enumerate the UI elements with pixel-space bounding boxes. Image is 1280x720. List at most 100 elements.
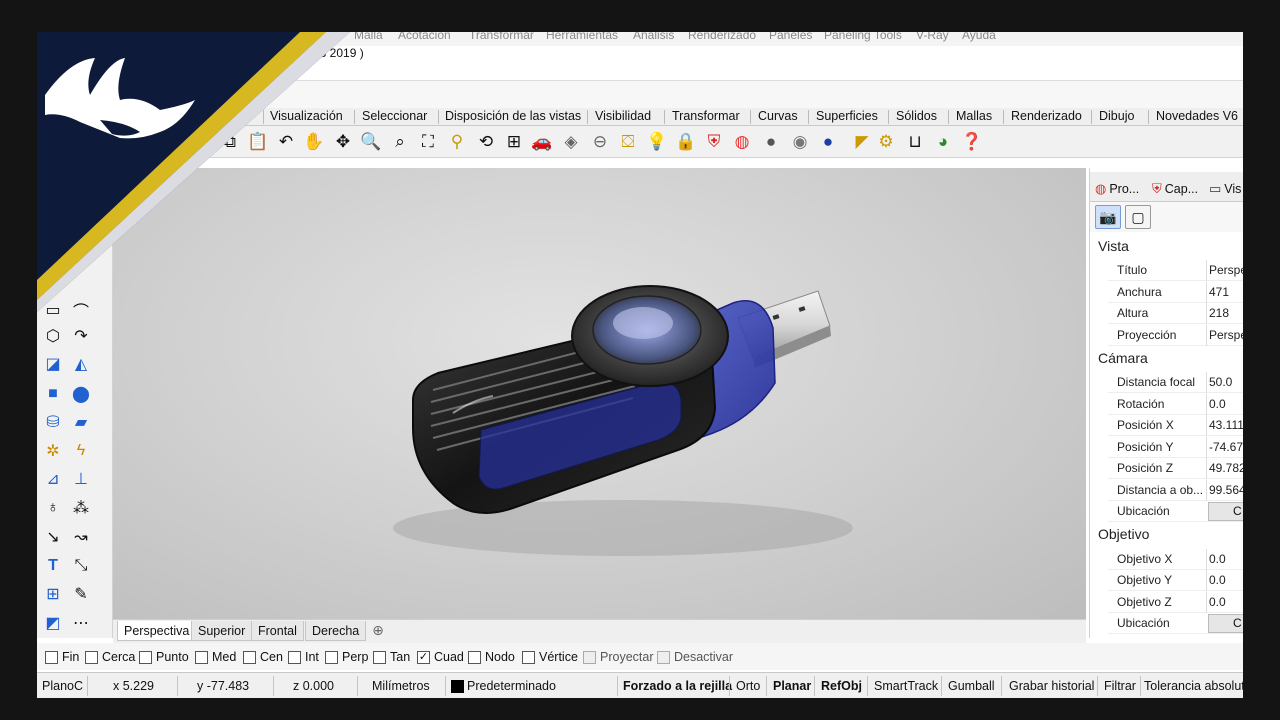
extrude-icon[interactable]: ⊿ xyxy=(41,467,65,491)
checkbox[interactable] xyxy=(657,650,670,664)
rotate-view-icon[interactable]: ⟲ xyxy=(475,130,497,152)
cylinder-icon[interactable]: ⛁ xyxy=(41,410,65,434)
tab-transformar[interactable]: Transformar xyxy=(672,109,740,123)
panel-tab-propiedades[interactable]: ◍ Pro... xyxy=(1095,178,1139,200)
status-osnap[interactable]: RefObj xyxy=(821,679,862,693)
tab-disposicion-vistas[interactable]: Disposición de las vistas xyxy=(445,109,581,123)
tab-visibilidad[interactable]: Visibilidad xyxy=(595,109,651,123)
rendered-sphere-icon[interactable]: ◉ xyxy=(789,130,811,152)
zoom-window-icon[interactable]: ⌕ xyxy=(389,130,411,152)
checkbox[interactable] xyxy=(243,650,256,664)
osnap-desactivar[interactable]: Desactivar xyxy=(657,650,733,664)
zoom-selected-icon[interactable]: ⚲ xyxy=(446,130,468,152)
viewport-tab-perspectiva[interactable]: Perspectiva xyxy=(117,621,197,641)
circle-icon[interactable]: ⊖ xyxy=(589,130,611,152)
globe-icon[interactable]: ◕ xyxy=(932,130,954,152)
checkbox[interactable] xyxy=(139,650,152,664)
lock-icon[interactable]: 🔒 xyxy=(675,130,697,152)
tab-novedades-v6[interactable]: Novedades V6 xyxy=(1156,109,1238,123)
menu-item-paneles[interactable]: Paneles xyxy=(769,32,812,42)
viewport-tab-superior[interactable]: Superior xyxy=(191,621,253,641)
checkbox[interactable] xyxy=(325,650,338,664)
menu-item-transformar[interactable]: Transformar xyxy=(469,32,534,42)
tab-renderizado[interactable]: Renderizado xyxy=(1011,109,1082,123)
status-plane[interactable]: PlanoC xyxy=(42,679,83,693)
status-record-history[interactable]: Grabar historial xyxy=(1009,679,1094,693)
status-units[interactable]: Milímetros xyxy=(372,679,430,693)
plane-icon[interactable]: ▰ xyxy=(69,410,93,434)
zoom-icon[interactable]: 🔍 xyxy=(360,130,382,152)
light-bulb-icon[interactable]: 💡 xyxy=(646,130,668,152)
osnap-proyectar[interactable]: Proyectar xyxy=(583,650,654,664)
four-viewports-icon[interactable]: ⊞ xyxy=(503,130,525,152)
menu-item-herramientas[interactable]: Herramientas xyxy=(546,32,618,42)
gear-tool-icon[interactable]: ✲ xyxy=(41,439,65,463)
fillet-icon[interactable]: ↘ xyxy=(41,525,65,549)
points-icon[interactable]: ⁂ xyxy=(69,496,93,520)
tab-seleccionar[interactable]: Seleccionar xyxy=(362,109,427,123)
target-location-button[interactable]: C xyxy=(1208,614,1243,633)
checkbox[interactable] xyxy=(85,650,98,664)
tab-mallas[interactable]: Mallas xyxy=(956,109,992,123)
checkbox[interactable] xyxy=(468,650,481,664)
menu-item-vray[interactable]: V-Ray xyxy=(916,32,949,42)
patch-icon[interactable]: ◭ xyxy=(69,352,93,376)
scale-icon[interactable]: ⤡ xyxy=(69,554,93,578)
viewport-frame-icon[interactable]: ▢ xyxy=(1125,205,1151,229)
tab-dibujo[interactable]: Dibujo xyxy=(1099,109,1134,123)
polygon-icon[interactable]: ⬡ xyxy=(41,324,65,348)
select-points-icon[interactable]: ⛋ xyxy=(617,130,639,152)
shield-icon[interactable]: ⛨ xyxy=(703,130,725,152)
ortho-icon[interactable]: ◈ xyxy=(560,130,582,152)
array-icon[interactable]: ⊞ xyxy=(41,582,65,606)
checkbox-checked[interactable]: ✓ xyxy=(417,650,430,664)
status-smarttrack[interactable]: SmartTrack xyxy=(874,679,938,693)
status-ortho[interactable]: Orto xyxy=(736,679,760,693)
status-gumball[interactable]: Gumball xyxy=(948,679,995,693)
menu-item-renderizado[interactable]: Renderizado xyxy=(688,32,756,42)
box-icon[interactable]: ■ xyxy=(41,382,65,406)
checkbox[interactable] xyxy=(373,650,386,664)
tab-curvas[interactable]: Curvas xyxy=(758,109,798,123)
block-icon[interactable]: ◩ xyxy=(41,611,65,635)
osnap-med[interactable]: Med xyxy=(195,650,236,664)
text-icon[interactable]: T xyxy=(41,554,65,578)
osnap-cuad[interactable]: ✓ Cuad xyxy=(417,650,464,664)
camera-icon[interactable]: 📷 xyxy=(1095,205,1121,229)
viewport-tab-frontal[interactable]: Frontal xyxy=(251,621,304,641)
edit-icon[interactable]: ✎ xyxy=(69,582,93,606)
menu-item-ayuda[interactable]: Ayuda xyxy=(962,32,996,42)
panel-tab-capas[interactable]: ⛨ Cap... xyxy=(1152,178,1198,200)
status-grid-snap[interactable]: Forzado a la rejilla xyxy=(623,679,732,693)
camera-location-button[interactable]: C xyxy=(1208,502,1243,521)
menu-item-acotacion[interactable]: Acotación xyxy=(398,32,451,42)
checkbox[interactable] xyxy=(45,650,58,664)
boolean-icon[interactable]: ♁ xyxy=(41,496,65,520)
surface-icon[interactable]: ◪ xyxy=(41,352,65,376)
car-icon[interactable]: 🚗 xyxy=(531,130,553,152)
dots-icon[interactable]: ⋯ xyxy=(69,611,93,635)
cap-icon[interactable]: ⊥ xyxy=(69,467,93,491)
osnap-cen[interactable]: Cen xyxy=(243,650,283,664)
status-layer[interactable]: Predeterminado xyxy=(451,679,556,693)
color-wheel-icon[interactable]: ◍ xyxy=(731,130,753,152)
osnap-nodo[interactable]: Nodo xyxy=(468,650,515,664)
blue-sphere-icon[interactable]: ● xyxy=(817,130,839,152)
osnap-tan[interactable]: Tan xyxy=(373,650,410,664)
gear-icon[interactable]: ⚙ xyxy=(875,130,897,152)
sphere-icon[interactable]: ⬤ xyxy=(69,382,93,406)
osnap-punto[interactable]: Punto xyxy=(139,650,189,664)
osnap-perp[interactable]: Perp xyxy=(325,650,368,664)
menu-item-paneling-tools[interactable]: Paneling Tools xyxy=(824,32,902,42)
osnap-fin[interactable]: Fin xyxy=(45,650,79,664)
checkbox[interactable] xyxy=(583,650,596,664)
tab-solidos[interactable]: Sólidos xyxy=(896,109,937,123)
viewport-tab-derecha[interactable]: Derecha xyxy=(305,621,367,641)
blend-icon[interactable]: ↝ xyxy=(69,525,93,549)
status-filter[interactable]: Filtrar xyxy=(1104,679,1136,693)
tab-superficies[interactable]: Superficies xyxy=(816,109,878,123)
dimension-icon[interactable]: ◤ xyxy=(851,130,873,152)
osnap-cerca[interactable]: Cerca xyxy=(85,650,135,664)
panel-tab-vistas[interactable]: ▭ Vis xyxy=(1209,178,1241,200)
grid-snap-icon[interactable]: ⊔ xyxy=(904,130,926,152)
